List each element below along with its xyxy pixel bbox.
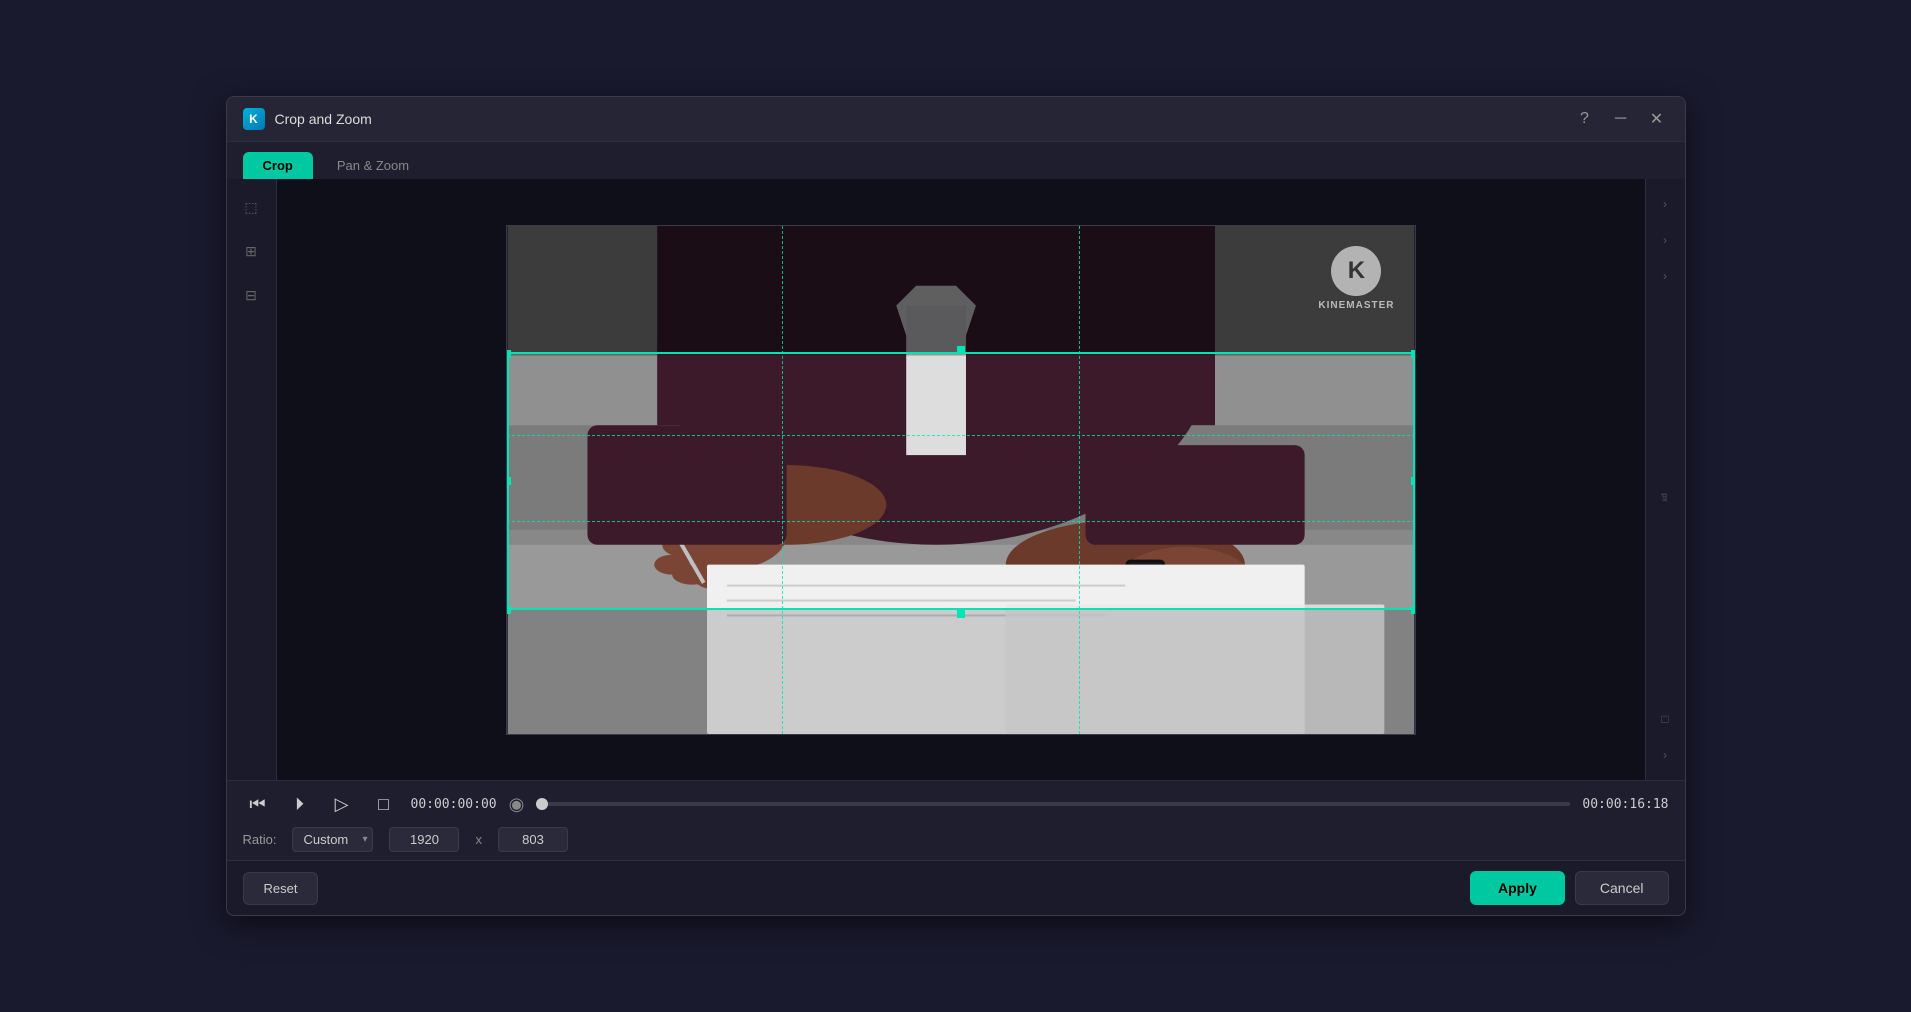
px-label: px (1660, 493, 1669, 501)
time-total: 00:00:16:18 (1582, 797, 1668, 812)
kinemaster-k-icon: K (1331, 246, 1381, 296)
close-button[interactable]: ✕ (1645, 107, 1669, 131)
video-container: K KINEMASTER (506, 225, 1416, 735)
ratio-select-wrap: Custom ▾ (292, 827, 373, 852)
title-bar-actions: ? ─ ✕ (1573, 107, 1669, 131)
time-dot: ◉ (509, 794, 525, 815)
tabs-bar: Crop Pan & Zoom (227, 142, 1685, 179)
title-bar-left: K Crop and Zoom (243, 108, 372, 130)
sidebar-icon-3[interactable]: ⊟ (233, 277, 269, 313)
footer-right: Apply Cancel (1470, 871, 1668, 905)
right-icon-3[interactable]: › (1650, 261, 1680, 291)
kinemaster-logo: K KINEMASTER (1318, 246, 1394, 311)
title-bar: K Crop and Zoom ? ─ ✕ (227, 97, 1685, 142)
help-button[interactable]: ? (1573, 107, 1597, 131)
width-input[interactable] (389, 827, 459, 852)
main-content: ⬚ ⊞ ⊟ (227, 179, 1685, 780)
height-input[interactable] (498, 827, 568, 852)
ratio-row: Ratio: Custom ▾ x (243, 827, 1669, 852)
crop-handle-top-left[interactable] (506, 350, 511, 358)
video-scene (507, 226, 1415, 734)
apply-button[interactable]: Apply (1470, 871, 1565, 905)
step-back-button[interactable]: ⏮ (243, 789, 273, 819)
time-current: 00:00:00:00 (411, 797, 497, 812)
frame-button[interactable]: □ (369, 789, 399, 819)
footer-row: Reset Apply Cancel (227, 860, 1685, 915)
timeline-playhead[interactable] (536, 798, 548, 810)
tab-crop[interactable]: Crop (243, 152, 313, 179)
play-alt-button[interactable]: ▷ (327, 789, 357, 819)
ratio-label: Ratio: (243, 832, 277, 847)
bottom-controls: ⏮ ⏵ ▷ □ 00:00:00:00 ◉ 00:00:16:18 Ratio:… (227, 780, 1685, 860)
right-sidebar: › › › px □ › (1645, 179, 1685, 780)
dialog-title: Crop and Zoom (275, 111, 372, 127)
right-icon-2[interactable]: › (1650, 225, 1680, 255)
sidebar-icon-2[interactable]: ⊞ (233, 233, 269, 269)
left-sidebar: ⬚ ⊞ ⊟ (227, 179, 277, 780)
reset-button[interactable]: Reset (243, 872, 319, 905)
right-icon-5[interactable]: › (1650, 740, 1680, 770)
crop-handle-bottom-center[interactable] (957, 610, 965, 618)
right-icon-1[interactable]: › (1650, 189, 1680, 219)
cancel-button[interactable]: Cancel (1575, 871, 1669, 905)
sidebar-icon-1[interactable]: ⬚ (233, 189, 269, 225)
video-area: K KINEMASTER (277, 179, 1645, 780)
crop-handle-top-right[interactable] (1411, 350, 1416, 358)
playback-row: ⏮ ⏵ ▷ □ 00:00:00:00 ◉ 00:00:16:18 (243, 789, 1669, 819)
minimize-button[interactable]: ─ (1609, 107, 1633, 131)
kinemaster-text: KINEMASTER (1318, 300, 1394, 311)
right-icon-4[interactable]: □ (1650, 704, 1680, 734)
app-icon: K (243, 108, 265, 130)
crop-handle-bottom-left[interactable] (506, 606, 511, 614)
crop-handle-middle-right[interactable] (1411, 477, 1416, 485)
video-frame: K KINEMASTER (506, 225, 1416, 735)
play-button[interactable]: ⏵ (285, 789, 315, 819)
crop-handle-bottom-right[interactable] (1411, 606, 1416, 614)
crop-handle-top-center[interactable] (957, 346, 965, 354)
crop-handle-middle-left[interactable] (506, 477, 511, 485)
tab-pan-zoom[interactable]: Pan & Zoom (317, 152, 429, 179)
dimension-separator: x (475, 832, 482, 847)
ratio-select[interactable]: Custom (292, 827, 373, 852)
timeline-track[interactable] (536, 802, 1570, 806)
crop-zoom-dialog: K Crop and Zoom ? ─ ✕ Crop Pan & Zoom ⬚ … (226, 96, 1686, 916)
